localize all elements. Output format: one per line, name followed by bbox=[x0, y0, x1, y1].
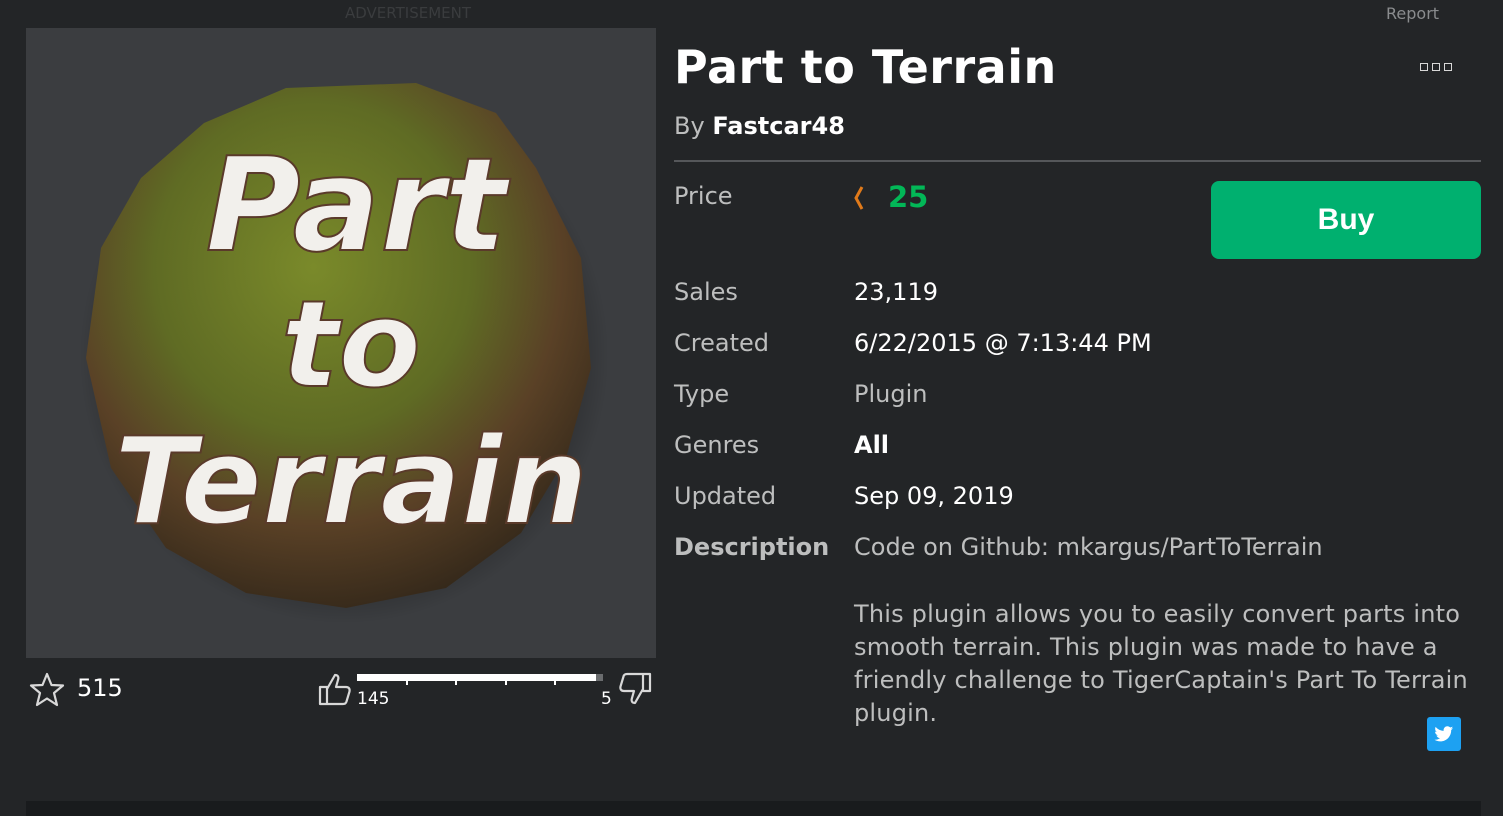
upvote-count: 145 bbox=[357, 689, 390, 709]
thumbs-down-icon[interactable] bbox=[616, 670, 654, 708]
thumbnail-text-line-3: Terrain bbox=[114, 413, 588, 552]
vote-bar-tick bbox=[554, 681, 556, 685]
divider bbox=[674, 160, 1481, 162]
description-label: Description bbox=[674, 533, 830, 561]
section-divider-strip bbox=[26, 801, 1481, 816]
twitter-icon bbox=[1434, 725, 1454, 741]
sales-value: 23,119 bbox=[854, 278, 938, 306]
robux-icon bbox=[854, 186, 864, 210]
thumbnail-text-line-2: to bbox=[281, 276, 421, 415]
item-details-page: ADVERTISEMENT Report Part to Terrain 515… bbox=[0, 0, 1503, 816]
description-first-line: Code on Github: mkargus/PartToTerrain bbox=[854, 533, 1323, 561]
updated-value: Sep 09, 2019 bbox=[854, 482, 1014, 510]
sales-label: Sales bbox=[674, 278, 738, 306]
price-label: Price bbox=[674, 182, 733, 210]
created-value: 6/22/2015 @ 7:13:44 PM bbox=[854, 329, 1152, 357]
vote-bar-tick bbox=[505, 681, 507, 685]
genres-label: Genres bbox=[674, 431, 760, 459]
description-body: This plugin allows you to easily convert… bbox=[854, 600, 1468, 727]
vote-ratio-fill bbox=[357, 674, 596, 681]
creator-line: By Fastcar48 bbox=[674, 112, 845, 140]
item-title: Part to Terrain bbox=[674, 40, 1057, 94]
vote-ratio-bar bbox=[357, 674, 603, 685]
downvote-count: 5 bbox=[601, 689, 612, 709]
thumbnail-artwork: Part to Terrain bbox=[79, 83, 609, 624]
thumbs-up-icon[interactable] bbox=[316, 670, 354, 708]
vote-bar-tick bbox=[455, 681, 457, 685]
thumbnail-text-line-1: Part bbox=[206, 129, 512, 281]
type-label: Type bbox=[674, 380, 730, 408]
vote-bar-tick bbox=[406, 681, 408, 685]
price-value: 25 bbox=[888, 180, 929, 214]
more-options-icon[interactable] bbox=[1420, 58, 1464, 76]
genres-link[interactable]: All bbox=[854, 431, 889, 459]
more-dot bbox=[1432, 63, 1440, 71]
more-dot bbox=[1420, 63, 1428, 71]
report-link[interactable]: Report bbox=[1386, 4, 1439, 23]
favorite-count: 515 bbox=[77, 674, 123, 702]
more-dot bbox=[1444, 63, 1452, 71]
creator-link[interactable]: Fastcar48 bbox=[712, 112, 845, 140]
star-icon[interactable] bbox=[28, 671, 66, 709]
twitter-share-button[interactable] bbox=[1427, 717, 1461, 751]
advertisement-label: ADVERTISEMENT bbox=[345, 4, 472, 22]
item-thumbnail: Part to Terrain bbox=[26, 28, 656, 658]
created-label: Created bbox=[674, 329, 769, 357]
updated-label: Updated bbox=[674, 482, 777, 510]
type-value: Plugin bbox=[854, 380, 928, 408]
buy-button[interactable]: Buy bbox=[1211, 181, 1481, 259]
by-prefix: By bbox=[674, 112, 705, 140]
